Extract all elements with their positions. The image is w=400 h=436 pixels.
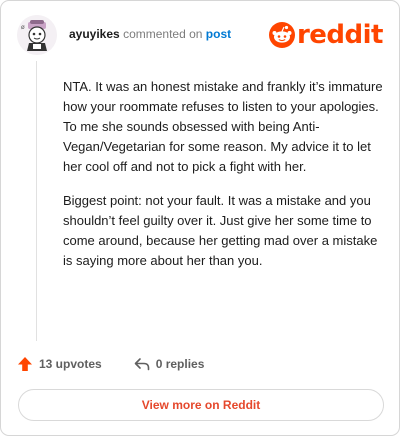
comment-body: NTA. It was an honest mistake and frankl… — [63, 77, 383, 285]
reddit-logo[interactable]: reddit — [268, 20, 384, 50]
reddit-snoo-icon — [268, 22, 295, 48]
view-more-button[interactable]: View more on Reddit — [18, 389, 384, 421]
comment-meta: ayuyikes commented on post — [69, 27, 231, 41]
user-avatar[interactable]: ø — [17, 15, 57, 55]
upvote-label: 13 upvotes — [39, 357, 102, 371]
reddit-wordmark: reddit — [296, 20, 384, 50]
comment-paragraph: Biggest point: not your fault. It was a … — [63, 193, 378, 268]
arrow-up-icon — [18, 357, 32, 371]
reply-count[interactable]: 0 replies — [134, 356, 205, 372]
comment-footer: 13 upvotes 0 replies — [17, 354, 204, 374]
avatar-image: ø — [17, 15, 57, 55]
username-link[interactable]: ayuyikes — [69, 27, 120, 41]
upvote-count[interactable]: 13 upvotes — [17, 356, 102, 372]
reply-label: 0 replies — [155, 357, 205, 371]
comment-header: ø ayuyikes commented on post reddit — [17, 15, 384, 55]
thread-line — [36, 61, 37, 341]
reply-arrow-icon — [134, 358, 150, 371]
post-link[interactable]: post — [206, 27, 231, 41]
comment-paragraph: NTA. It was an honest mistake and frankl… — [63, 79, 383, 174]
embedded-comment-card: ø ayuyikes commented on post reddit NTA.… — [0, 0, 400, 436]
action-text: commented on — [123, 27, 203, 41]
svg-text:ø: ø — [21, 24, 25, 31]
